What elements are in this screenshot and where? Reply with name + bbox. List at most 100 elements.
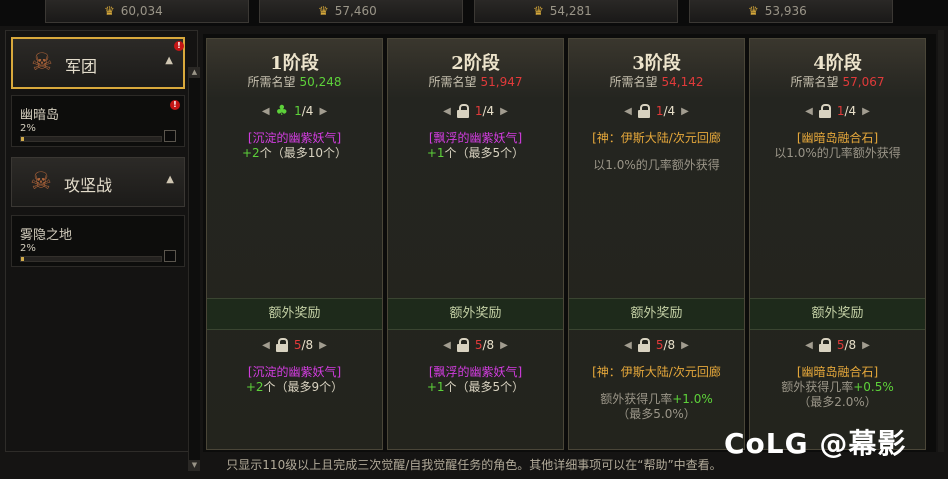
prev-arrow-icon[interactable]: ◀ xyxy=(624,106,632,117)
stage-requirement: 所需名望 51,947 xyxy=(388,73,563,90)
requirement-value: 57,067 xyxy=(842,75,885,89)
stage-title: 1阶段 xyxy=(270,53,319,74)
stage-nav: ◀ 1/4 ▶ xyxy=(750,100,925,122)
lock-icon xyxy=(275,338,288,352)
requirement-label: 所需名望 xyxy=(428,75,477,89)
count-total: /4 xyxy=(663,104,676,118)
prev-arrow-icon[interactable]: ◀ xyxy=(805,106,813,117)
sub-item-percent: 2% xyxy=(20,123,36,134)
stage-nav: ◀ 1/4 ▶ xyxy=(388,100,563,122)
count-total: /8 xyxy=(663,338,676,352)
prev-arrow-icon[interactable]: ◀ xyxy=(805,340,813,351)
top-card[interactable]: ♛ 54,281 xyxy=(474,0,678,23)
next-arrow-icon[interactable]: ▶ xyxy=(681,340,689,351)
stage-count: 1/4 xyxy=(475,104,494,118)
scroll-up-icon[interactable]: ▲ xyxy=(189,67,200,78)
reward-item: [神：伊斯大陆/次元回廊 xyxy=(592,131,721,145)
alert-icon: ! xyxy=(170,100,180,110)
prev-arrow-icon[interactable]: ◀ xyxy=(262,340,270,351)
extra-count: 5/8 xyxy=(294,338,313,352)
top-card[interactable]: ♛ 60,034 xyxy=(45,0,249,23)
sub-item-misty-land[interactable]: 雾隐之地 2% xyxy=(11,215,185,267)
extra-reward: [飘浮的幽紫妖气] +1个（最多5个） xyxy=(388,365,563,395)
stage-reward: [幽暗岛融合石] 以1.0%的几率额外获得 xyxy=(750,131,925,161)
collapse-icon[interactable]: ▲ xyxy=(166,174,174,185)
prev-arrow-icon[interactable]: ◀ xyxy=(624,340,632,351)
top-card-value: 53,936 xyxy=(764,4,807,18)
checkbox[interactable] xyxy=(164,250,176,262)
extra-reward-line: 额外获得几率+0.5% xyxy=(768,380,907,395)
extra-reward-line: 额外获得几率+1.0% xyxy=(587,392,726,407)
stage-nav: ◀ 1/4 ▶ xyxy=(569,100,744,122)
extra-nav: ◀ 5/8 ▶ xyxy=(750,334,925,356)
extra-reward-header: 额外奖励 xyxy=(207,298,382,330)
extra-reward: [神：伊斯大陆/次元回廊 额外获得几率+1.0% （最多5.0%） xyxy=(569,365,744,422)
sub-item-name: 幽暗岛 xyxy=(20,108,60,123)
next-arrow-icon[interactable]: ▶ xyxy=(862,340,870,351)
count-current: 1 xyxy=(294,104,302,118)
extra-reward-line: +1个（最多5个） xyxy=(426,380,525,394)
extra-rate-value: +0.5% xyxy=(853,380,894,394)
requirement-label: 所需名望 xyxy=(790,75,839,89)
count-total: /8 xyxy=(844,338,857,352)
progress-bar xyxy=(20,256,162,262)
stage-title: 4阶段 xyxy=(813,53,862,74)
count-total: /8 xyxy=(482,338,495,352)
lock-icon xyxy=(637,338,650,352)
count-total: /4 xyxy=(301,104,314,118)
next-arrow-icon[interactable]: ▶ xyxy=(319,106,327,117)
crown-icon: ♛ xyxy=(533,4,544,18)
extra-count: 5/8 xyxy=(656,338,675,352)
extra-reward-header: 额外奖励 xyxy=(388,298,563,330)
next-arrow-icon[interactable]: ▶ xyxy=(500,340,508,351)
extra-reward-max: （最多5.0%） xyxy=(617,407,696,421)
checkbox[interactable] xyxy=(164,130,176,142)
collapse-icon[interactable]: ▲ xyxy=(165,55,173,66)
extra-reward: [幽暗岛融合石] 额外获得几率+0.5% （最多2.0%） xyxy=(750,365,925,410)
next-arrow-icon[interactable]: ▶ xyxy=(500,106,508,117)
prev-arrow-icon[interactable]: ◀ xyxy=(262,106,270,117)
demon-skull-icon: ☠ xyxy=(30,167,52,195)
reward-line: +1个（最多5个） xyxy=(426,146,525,160)
extra-rate-label: 额外获得几率 xyxy=(600,392,673,406)
next-arrow-icon[interactable]: ▶ xyxy=(319,340,327,351)
top-card[interactable]: ♛ 53,936 xyxy=(689,0,893,23)
stage-title: 3阶段 xyxy=(632,53,681,74)
requirement-label: 所需名望 xyxy=(609,75,658,89)
lock-icon xyxy=(637,104,650,118)
reward-line: 以1.0%的几率额外获得 xyxy=(593,158,720,172)
stage-requirement: 所需名望 57,067 xyxy=(750,73,925,90)
stage-requirement: 所需名望 54,142 xyxy=(569,73,744,90)
sub-item-percent: 2% xyxy=(20,243,36,254)
reward-line: 以1.0%的几率额外获得 xyxy=(774,146,901,160)
clover-icon: ♣ xyxy=(275,103,289,119)
lock-icon xyxy=(818,104,831,118)
lock-icon xyxy=(456,338,469,352)
stage-card-2: 2阶段 所需名望 51,947 ◀ 1/4 ▶ [飘浮的幽紫妖气] +1个（最多5… xyxy=(387,38,564,450)
prev-arrow-icon[interactable]: ◀ xyxy=(443,340,451,351)
top-card[interactable]: ♛ 57,460 xyxy=(259,0,463,23)
reward-item: [沉淀的幽紫妖气] xyxy=(247,131,342,145)
requirement-value: 54,142 xyxy=(661,75,704,89)
extra-reward-item: [飘浮的幽紫妖气] xyxy=(428,365,523,379)
extra-reward-max: （最多2.0%） xyxy=(798,395,877,409)
requirement-value: 50,248 xyxy=(299,75,342,89)
category-legion[interactable]: ☠ 军团 ▲ ! xyxy=(11,37,185,89)
extra-nav: ◀ 5/8 ▶ xyxy=(207,334,382,356)
extra-reward-header: 额外奖励 xyxy=(569,298,744,330)
stage-count: 1/4 xyxy=(656,104,675,118)
next-arrow-icon[interactable]: ▶ xyxy=(681,106,689,117)
stage-nav: ◀ ♣ 1/4 ▶ xyxy=(207,100,382,122)
scrollbar[interactable]: ▲ ▼ xyxy=(188,67,200,471)
count-total: /4 xyxy=(482,104,495,118)
extra-reward-header: 额外奖励 xyxy=(750,298,925,330)
category-label: 攻坚战 xyxy=(64,176,113,195)
crown-icon: ♛ xyxy=(318,4,329,18)
progress-fill xyxy=(21,137,24,141)
category-siege[interactable]: ☠ 攻坚战 ▲ xyxy=(11,157,185,207)
sub-item-dark-island[interactable]: 幽暗岛 2% ! xyxy=(11,95,185,147)
prev-arrow-icon[interactable]: ◀ xyxy=(443,106,451,117)
extra-count: 5/8 xyxy=(475,338,494,352)
stage-card-3: 3阶段 所需名望 54,142 ◀ 1/4 ▶ [神：伊斯大陆/次元回廊 以1.0… xyxy=(568,38,745,450)
next-arrow-icon[interactable]: ▶ xyxy=(862,106,870,117)
